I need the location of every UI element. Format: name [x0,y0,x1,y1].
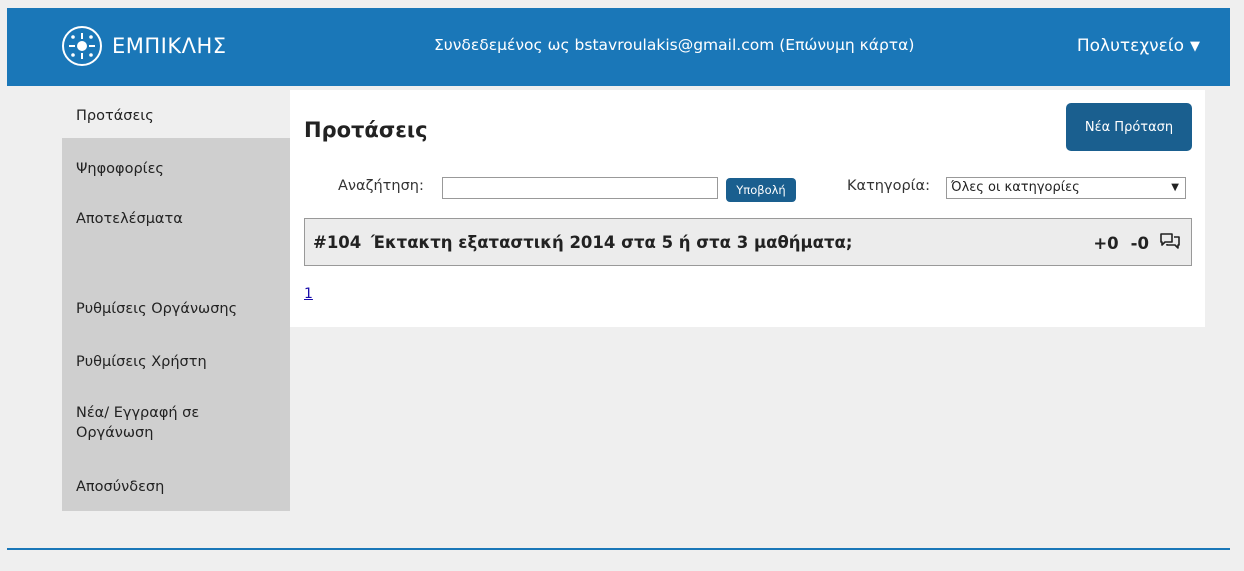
sidebar: Προτάσεις Ψηφοφορίες Αποτελέσματα Ρυθμίσ… [62,90,290,511]
logo-icon [62,26,102,66]
main-content: Προτάσεις Νέα Πρόταση Αναζήτηση: Υποβολή… [290,90,1205,327]
top-header: ΕΜΠΙΚΛΗΣ Συνδεδεμένος ως bstavroulakis@g… [7,8,1230,86]
brand-name: ΕΜΠΙΚΛΗΣ [112,34,227,58]
sidebar-item-logout[interactable]: Αποσύνδεση [62,477,290,497]
sidebar-item-label: Προτάσεις [76,108,154,124]
category-selected-value: Όλες οι κατηγορίες [951,180,1080,195]
sidebar-item-user-settings[interactable]: Ρυθμίσεις Χρήστη [62,352,290,372]
brand-logo[interactable]: ΕΜΠΙΚΛΗΣ [62,26,227,66]
proposal-row[interactable]: #104 Έκτακτη εξαταστική 2014 στα 5 ή στα… [304,218,1192,266]
downvote-count: -0 [1130,233,1149,253]
proposal-id: #104 [313,233,362,252]
caret-down-icon: ▼ [1190,38,1200,54]
page-title: Προτάσεις [304,118,428,142]
footer-divider [7,548,1230,550]
organization-label: Πολυτεχνείο [1076,36,1184,56]
vote-summary: +0 -0 [1093,232,1181,254]
sidebar-item-label: Νέα/ Εγγραφή σε Οργάνωση [76,405,200,441]
search-submit-button[interactable]: Υποβολή [726,178,796,202]
search-label: Αναζήτηση: [338,178,424,194]
comments-icon[interactable] [1159,232,1181,254]
sidebar-item-label: Αποτελέσματα [76,211,183,227]
sidebar-item-label: Ψηφοφορίες [76,161,164,177]
category-select[interactable]: Όλες οι κατηγορίες ▼ [946,177,1186,199]
sidebar-item-label: Ρυθμίσεις Χρήστη [76,354,207,370]
new-proposal-button[interactable]: Νέα Πρόταση [1066,103,1192,151]
sidebar-item-org-settings[interactable]: Ρυθμίσεις Οργάνωσης [62,299,290,319]
sidebar-item-votes[interactable]: Ψηφοφορίες [62,159,290,179]
sidebar-item-join-org[interactable]: Νέα/ Εγγραφή σε Οργάνωση [62,403,242,443]
dropdown-arrow-icon: ▼ [1171,182,1179,193]
organization-dropdown[interactable]: Πολυτεχνείο ▼ [1077,36,1200,56]
upvote-count: +0 [1093,233,1119,253]
sidebar-item-label: Αποσύνδεση [76,479,165,495]
sidebar-item-proposals[interactable]: Προτάσεις [62,90,290,138]
sidebar-item-label: Ρυθμίσεις Οργάνωσης [76,301,238,317]
search-input[interactable] [442,177,718,199]
proposal-title[interactable]: Έκτακτη εξαταστική 2014 στα 5 ή στα 3 μα… [371,233,852,252]
logged-in-status: Συνδεδεμένος ως bstavroulakis@gmail.com … [434,36,915,54]
pagination-link[interactable]: 1 [304,286,313,302]
sidebar-item-results[interactable]: Αποτελέσματα [62,209,290,229]
category-label: Κατηγορία: [847,178,930,194]
